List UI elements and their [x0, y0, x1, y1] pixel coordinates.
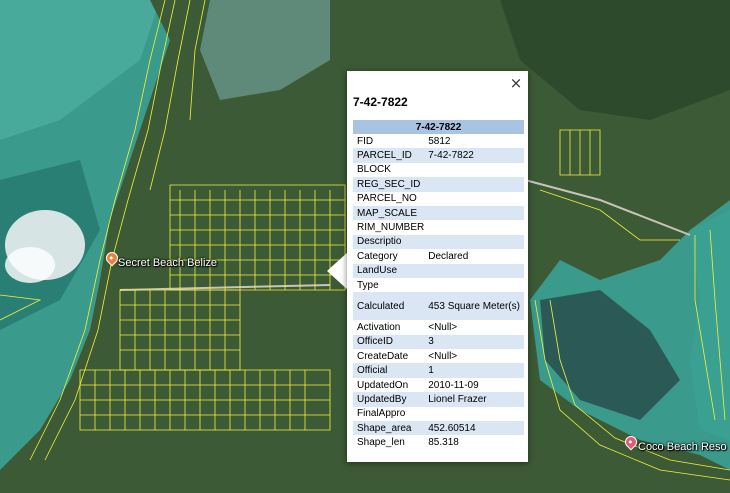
close-icon[interactable]: ×	[508, 75, 524, 91]
attribute-table: 7-42-7822 FID 5812 PARCEL_ID 7-42-7822 BLOCK…	[353, 120, 524, 450]
attribute-table-header: 7-42-7822	[353, 120, 524, 134]
attribute-key: LandUse	[353, 263, 425, 278]
attribute-key: Shape_area	[353, 421, 425, 436]
parcel-info-popup: × 7-42-7822 7-42-7822 FID 5812 PARCEL_ID 7-…	[347, 71, 528, 462]
attribute-value: <Null>	[428, 321, 458, 333]
attribute-value	[424, 177, 524, 192]
attribute-row: LandUse	[353, 263, 524, 278]
attribute-row: UpdatedBy Lionel Frazer	[353, 392, 524, 407]
attribute-key: Descriptio	[353, 234, 425, 250]
attribute-value: 2010-11-09	[428, 379, 479, 391]
attribute-key: Category	[357, 250, 398, 262]
cloud	[5, 247, 55, 283]
attribute-key: OfficeID	[353, 334, 425, 350]
attribute-key: UpdatedBy	[353, 392, 425, 407]
attribute-row: RIM_NUMBER	[353, 220, 524, 234]
attribute-value: 3	[424, 334, 524, 350]
attribute-row: Type	[353, 278, 524, 292]
attribute-row: Descriptio	[353, 234, 524, 250]
attribute-row: PARCEL_ID 7-42-7822	[353, 148, 524, 163]
attribute-value: <Null>	[428, 350, 458, 362]
attribute-row: BLOCK	[353, 163, 524, 177]
attribute-key: PARCEL_ID	[353, 148, 425, 163]
attribute-key: Official	[353, 363, 425, 378]
attribute-value	[424, 234, 524, 250]
attribute-value: Lionel Frazer	[424, 392, 524, 407]
attribute-row: PARCEL_NO	[353, 192, 524, 206]
attribute-key: RIM_NUMBER	[357, 222, 425, 234]
attribute-key: Shape_len	[357, 437, 405, 449]
attribute-value	[424, 263, 524, 278]
attribute-key: Activation	[357, 321, 401, 333]
attribute-value: 7-42-7822	[424, 148, 524, 163]
attribute-row: CreateDate <Null>	[353, 349, 524, 363]
attribute-value	[424, 278, 524, 292]
attribute-value: 1	[424, 363, 524, 378]
attribute-row: Official 1	[353, 363, 524, 378]
attribute-key: MAP_SCALE	[353, 205, 425, 221]
attribute-row: UpdatedOn 2010-11-09	[353, 378, 524, 392]
attribute-key: BLOCK	[357, 164, 391, 176]
attribute-row: Shape_area 452.60514	[353, 421, 524, 436]
attribute-value: 85.318	[428, 437, 459, 449]
attribute-key: Type	[357, 279, 379, 291]
attribute-value	[424, 163, 524, 177]
popup-title: 7-42-7822	[353, 95, 408, 109]
attribute-key: FinalAppro	[357, 408, 406, 420]
attribute-key: UpdatedOn	[357, 379, 409, 391]
attribute-value: 452.60514	[424, 421, 524, 436]
attribute-row: FID 5812	[353, 134, 524, 148]
attribute-key: CreateDate	[357, 350, 409, 362]
attribute-row: Shape_len 85.318	[353, 435, 524, 449]
place-label-secret-beach[interactable]: Secret Beach Belize	[118, 257, 217, 269]
attribute-value: 5812	[428, 135, 451, 147]
attribute-key: PARCEL_NO	[357, 193, 417, 205]
attribute-row: Category Declared	[353, 249, 524, 263]
attribute-key: Calculated	[353, 292, 425, 321]
attribute-key: REG_SEC_ID	[353, 177, 425, 192]
attribute-value	[424, 407, 524, 421]
attribute-value: Declared	[428, 250, 469, 262]
attribute-row: OfficeID 3	[353, 334, 524, 350]
attribute-value	[424, 220, 524, 234]
attribute-key: FID	[357, 135, 374, 147]
attribute-row: Calculated 453 Square Meter(s)	[353, 292, 524, 321]
popup-pointer	[327, 252, 348, 290]
attribute-value: 453 Square Meter(s)	[424, 292, 524, 321]
attribute-row: MAP_SCALE	[353, 205, 524, 221]
attribute-row: Activation <Null>	[353, 320, 524, 334]
attribute-row: FinalAppro	[353, 407, 524, 421]
place-label-coco-beach[interactable]: Coco Beach Reso	[638, 441, 727, 453]
attribute-row: REG_SEC_ID	[353, 177, 524, 192]
attribute-value	[424, 205, 524, 221]
attribute-value	[424, 192, 524, 206]
